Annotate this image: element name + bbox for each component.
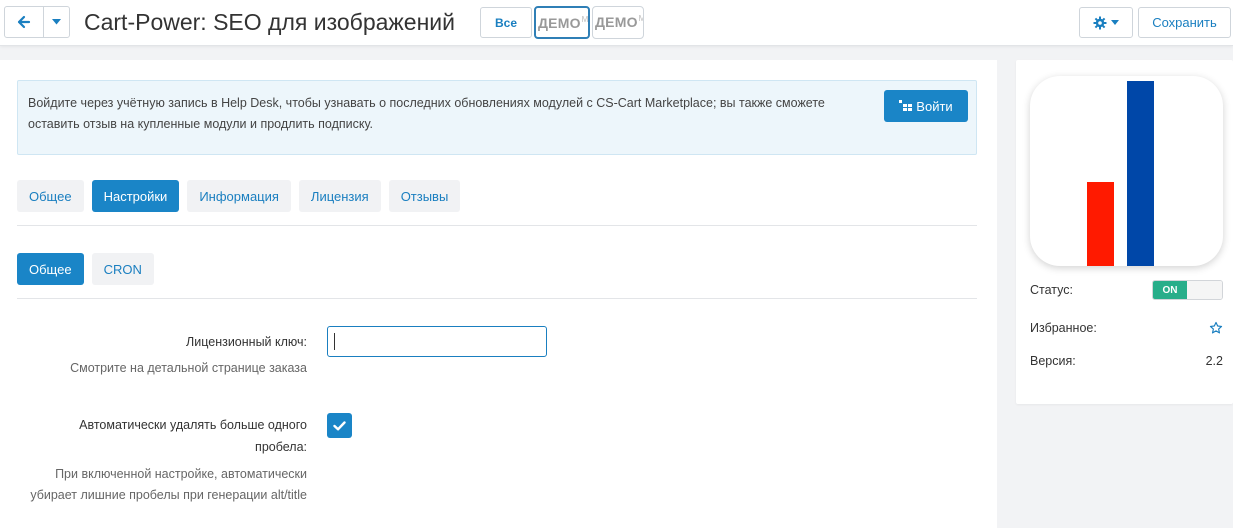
auto-spaces-checkbox[interactable] [327,413,352,438]
text-caret [334,333,335,350]
tabs-divider [17,225,977,226]
license-key-label: Лицензионный ключ: [186,335,307,349]
helpdesk-notice: Войдите через учётную запись в Help Desk… [17,80,977,155]
addon-tabs: Общее Настройки Информация Лицензия Отзы… [17,180,461,212]
auto-spaces-label: Автоматически удалять больше одного проб… [79,418,307,454]
version-row: Версия: 2.2 [1030,351,1223,371]
caret-down-icon [51,19,61,25]
status-label: Статус: [1030,283,1073,297]
license-key-help: Смотрите на детальной странице заказа [70,361,307,375]
status-toggle-off [1187,281,1222,299]
subtab-cron[interactable]: CRON [91,253,154,285]
favorite-row: Избранное: [1030,318,1223,338]
main-panel: Войдите через учётную запись в Help Desk… [0,60,997,528]
login-button-label: Войти [916,98,953,114]
grid-icon [899,100,913,111]
top-header: Cart-Power: SEO для изображений Все ДЕМО… [0,0,1233,46]
demo-badge-sub: MA [639,14,643,23]
subtab-general[interactable]: Общее [17,253,84,285]
arrow-left-icon [17,15,30,29]
logo-red-bar [1087,182,1114,266]
settings-subtabs: Общее CRON [17,253,154,285]
tab-information[interactable]: Информация [187,180,291,212]
addon-logo [1030,76,1223,266]
checkmark-icon [333,420,346,430]
helpdesk-notice-text: Войдите через учётную запись в Help Desk… [28,96,825,131]
save-button[interactable]: Сохранить [1138,7,1231,38]
demo-badge-1[interactable]: ДЕМО MA [534,6,590,39]
license-key-input[interactable] [327,326,547,357]
status-toggle[interactable]: ON [1152,280,1223,300]
star-icon[interactable] [1209,321,1223,335]
favorite-label: Избранное: [1030,321,1097,335]
status-row: Статус: ON [1030,280,1223,300]
logo-blue-bar [1127,81,1154,266]
demo-badge-label: ДЕМО [595,14,638,30]
back-dropdown-button[interactable] [44,7,69,37]
login-button[interactable]: Войти [884,90,968,122]
status-toggle-on: ON [1153,281,1187,299]
page-title: Cart-Power: SEO для изображений [84,9,455,35]
caret-down-icon [1111,20,1119,25]
settings-dropdown-button[interactable] [1079,7,1133,38]
back-button-group [4,6,70,38]
all-button[interactable]: Все [480,7,532,38]
subtabs-divider [17,298,977,299]
version-label: Версия: [1030,354,1076,368]
version-value: 2.2 [1205,354,1223,368]
addon-sidebar: Статус: ON Избранное: Версия: 2.2 [1016,60,1233,404]
tab-reviews[interactable]: Отзывы [388,180,461,212]
tab-general[interactable]: Общее [17,180,84,212]
demo-badge-sub: MA [581,15,589,24]
tab-settings[interactable]: Настройки [91,180,180,212]
back-button[interactable] [5,7,44,37]
demo-badge-label: ДЕМО [538,15,581,31]
auto-spaces-help: При включенной настройке, автоматически … [30,467,307,502]
demo-badge-2[interactable]: ДЕМО MA [592,6,644,39]
gear-icon [1093,16,1107,29]
tab-license[interactable]: Лицензия [298,180,381,212]
